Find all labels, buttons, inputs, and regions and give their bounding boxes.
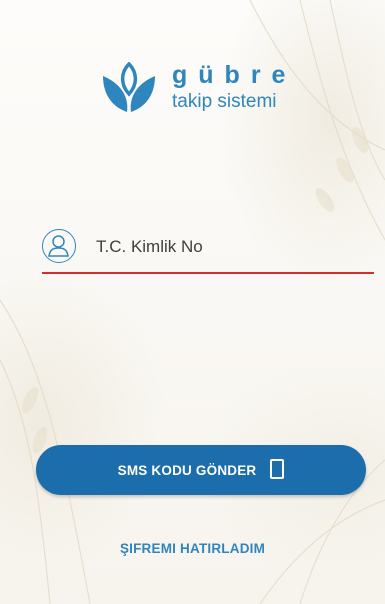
tc-kimlik-field bbox=[42, 226, 374, 274]
send-sms-code-button[interactable]: SMS KODU GÖNDER bbox=[36, 445, 366, 495]
user-icon bbox=[42, 229, 76, 263]
brand-subtitle: takip sistemi bbox=[172, 91, 277, 112]
tc-kimlik-input[interactable] bbox=[96, 234, 366, 260]
input-underline bbox=[42, 272, 374, 274]
brand-name: gübre bbox=[172, 61, 297, 89]
leaf-logo-icon bbox=[100, 61, 158, 114]
forgot-password-link[interactable]: ŞIFREMI HATIRLADIM bbox=[0, 541, 385, 556]
mobile-phone-icon bbox=[270, 459, 285, 479]
app-logo: gübre takip sistemi bbox=[100, 60, 310, 120]
send-sms-code-label: SMS KODU GÖNDER bbox=[117, 462, 257, 478]
